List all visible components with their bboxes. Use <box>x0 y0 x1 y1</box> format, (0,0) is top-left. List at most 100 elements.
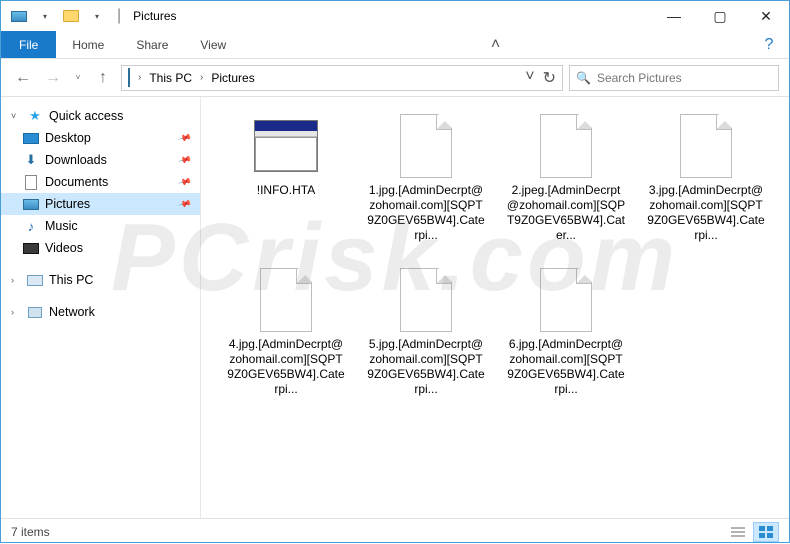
network-icon <box>27 304 43 320</box>
blank-file-icon <box>260 268 312 332</box>
file-thumbnail <box>387 113 465 179</box>
file-item[interactable]: 2.jpeg.[AdminDecrpt@zohomail.com][SQPT9Z… <box>501 113 631 243</box>
sidebar-network[interactable]: › Network <box>1 301 200 323</box>
title-bar: ▾ ▾ | Pictures — ▢ ✕ <box>1 1 789 31</box>
blank-file-icon <box>540 114 592 178</box>
quick-access-toolbar: ▾ ▾ | Pictures <box>9 7 177 25</box>
sidebar-item-label: This PC <box>49 273 93 287</box>
sidebar-quick-access[interactable]: ˅ ★ Quick access <box>1 105 200 127</box>
expander-icon[interactable]: › <box>11 275 21 285</box>
file-thumbnail <box>247 267 325 333</box>
computer-icon <box>27 272 43 288</box>
search-box[interactable]: 🔍 Search Pictures <box>569 65 779 91</box>
file-name-label: 4.jpg.[AdminDecrpt@zohomail.com][SQPT9Z0… <box>226 337 346 397</box>
file-item[interactable]: 4.jpg.[AdminDecrpt@zohomail.com][SQPT9Z0… <box>221 267 351 397</box>
sidebar-item-label: Videos <box>45 241 83 255</box>
window-title: Pictures <box>133 9 176 23</box>
qat-overflow-icon[interactable]: ▾ <box>87 8 107 24</box>
file-name-label: !INFO.HTA <box>226 183 346 198</box>
qat-dropdown-icon[interactable]: ▾ <box>35 8 55 24</box>
navigation-row: ← → ˅ ↑ › This PC › Pictures ˅ ↻ 🔍 Searc… <box>1 59 789 97</box>
file-grid: !INFO.HTA 1.jpg.[AdminDecrpt@zohomail.com… <box>221 113 769 397</box>
blank-file-icon <box>540 268 592 332</box>
down-icon: ⬇ <box>23 152 39 168</box>
forward-button[interactable]: → <box>41 66 65 90</box>
sidebar-item-label: Documents <box>45 175 108 189</box>
pc-icon <box>128 69 130 87</box>
file-thumbnail <box>527 267 605 333</box>
tab-home[interactable]: Home <box>56 31 120 58</box>
status-bar: 7 items <box>1 518 789 544</box>
blank-file-icon <box>680 114 732 178</box>
file-item[interactable]: 1.jpg.[AdminDecrpt@zohomail.com][SQPT9Z0… <box>361 113 491 243</box>
search-placeholder: Search Pictures <box>597 71 682 85</box>
music-icon: ♪ <box>23 218 39 234</box>
search-icon: 🔍 <box>576 71 591 85</box>
sidebar-item-desktop[interactable]: Desktop 📌 <box>1 127 200 149</box>
icons-view-button[interactable] <box>753 522 779 542</box>
sidebar-item-downloads[interactable]: ⬇Downloads📌 <box>1 149 200 171</box>
file-item[interactable]: 5.jpg.[AdminDecrpt@zohomail.com][SQPT9Z0… <box>361 267 491 397</box>
back-button[interactable]: ← <box>11 66 35 90</box>
desktop-icon <box>23 130 39 146</box>
doc-icon <box>23 174 39 190</box>
expander-icon[interactable]: ˅ <box>11 111 21 121</box>
breadcrumb-pictures[interactable]: Pictures <box>211 71 254 85</box>
window-buttons: — ▢ ✕ <box>651 1 789 31</box>
details-view-button[interactable] <box>725 522 751 542</box>
ribbon-expand-icon[interactable]: ˄ <box>476 31 516 58</box>
file-tab[interactable]: File <box>1 31 56 58</box>
breadcrumb-this-pc[interactable]: This PC <box>149 71 192 85</box>
file-item[interactable]: 6.jpg.[AdminDecrpt@zohomail.com][SQPT9Z0… <box>501 267 631 397</box>
ribbon: File Home Share View ˄ ? <box>1 31 789 59</box>
file-name-label: 5.jpg.[AdminDecrpt@zohomail.com][SQPT9Z0… <box>366 337 486 397</box>
expander-icon[interactable]: › <box>11 307 21 317</box>
chevron-right-icon[interactable]: › <box>138 72 141 83</box>
file-thumbnail <box>527 113 605 179</box>
sidebar-item-music[interactable]: ♪Music <box>1 215 200 237</box>
tab-share[interactable]: Share <box>120 31 184 58</box>
sidebar-item-documents[interactable]: Documents 📌 <box>1 171 200 193</box>
main-area: ˅ ★ Quick access Desktop📌⬇Downloads📌Docu… <box>1 97 789 518</box>
sidebar-this-pc[interactable]: › This PC <box>1 269 200 291</box>
address-bar[interactable]: › This PC › Pictures ˅ ↻ <box>121 65 563 91</box>
details-view-icon <box>731 526 745 538</box>
navigation-pane: ˅ ★ Quick access Desktop📌⬇Downloads📌Docu… <box>1 97 201 518</box>
pic-icon <box>23 196 39 212</box>
file-name-label: 6.jpg.[AdminDecrpt@zohomail.com][SQPT9Z0… <box>506 337 626 397</box>
close-button[interactable]: ✕ <box>743 1 789 31</box>
maximize-button[interactable]: ▢ <box>697 1 743 31</box>
sidebar-item-label: Quick access <box>49 109 123 123</box>
pin-icon: 📌 <box>177 174 192 189</box>
sidebar-item-pictures[interactable]: Pictures📌 <box>1 193 200 215</box>
app-icon <box>9 8 29 24</box>
file-pane[interactable]: !INFO.HTA 1.jpg.[AdminDecrpt@zohomail.com… <box>201 97 789 518</box>
pin-icon: 📌 <box>177 196 192 211</box>
address-dropdown-icon[interactable]: ˅ <box>525 68 534 88</box>
file-thumbnail <box>247 113 325 179</box>
sidebar-item-videos[interactable]: Videos <box>1 237 200 259</box>
pin-icon: 📌 <box>177 152 192 167</box>
help-icon[interactable]: ? <box>749 31 789 58</box>
tab-view[interactable]: View <box>184 31 242 58</box>
pin-icon: 📌 <box>177 130 192 145</box>
chevron-right-icon[interactable]: › <box>200 72 203 83</box>
file-item[interactable]: 3.jpg.[AdminDecrpt@zohomail.com][SQPT9Z0… <box>641 113 771 243</box>
minimize-button[interactable]: — <box>651 1 697 31</box>
history-dropdown-icon[interactable]: ˅ <box>71 73 85 82</box>
file-name-label: 3.jpg.[AdminDecrpt@zohomail.com][SQPT9Z0… <box>646 183 766 243</box>
sidebar-item-label: Network <box>49 305 95 319</box>
file-thumbnail <box>387 267 465 333</box>
back-arrow-icon: ← <box>15 69 31 87</box>
title-separator: | <box>117 7 121 25</box>
up-arrow-icon: ↑ <box>99 69 107 87</box>
icons-view-icon <box>759 526 773 538</box>
refresh-icon[interactable]: ↻ <box>543 68 556 88</box>
star-icon: ★ <box>27 108 43 124</box>
video-icon <box>23 240 39 256</box>
file-thumbnail <box>667 113 745 179</box>
up-button[interactable]: ↑ <box>91 66 115 90</box>
file-item[interactable]: !INFO.HTA <box>221 113 351 243</box>
file-name-label: 1.jpg.[AdminDecrpt@zohomail.com][SQPT9Z0… <box>366 183 486 243</box>
sidebar-item-label: Desktop <box>45 131 91 145</box>
